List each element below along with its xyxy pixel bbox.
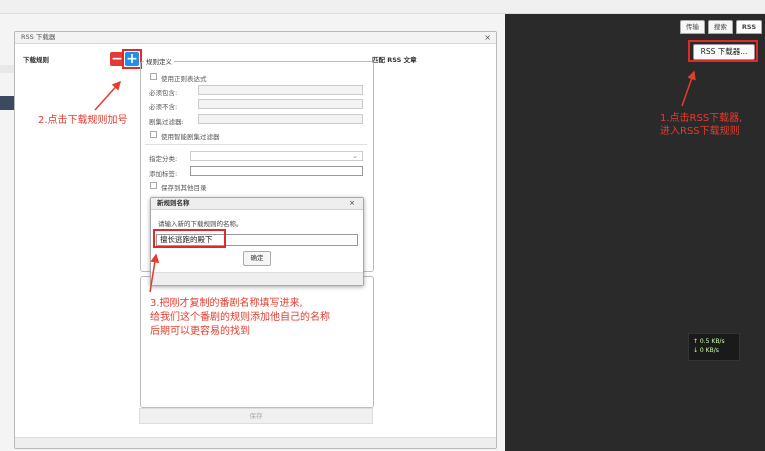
rules-header: 下载规则 (23, 56, 49, 64)
add-tags-label: 添加标签: (149, 170, 178, 178)
highlight-add-button (122, 49, 142, 69)
top-tabs: 传输 搜索 RSS (679, 20, 762, 34)
tab-rss[interactable]: RSS (735, 20, 762, 34)
rule-definition-legend: 规则定义 (144, 56, 174, 66)
highlight-rule-name (153, 229, 226, 248)
dialog-footer (151, 272, 363, 285)
tab-transfer[interactable]: 传输 (679, 20, 705, 34)
dialog-title: 新规则名称 (157, 199, 190, 207)
dialog-close-icon[interactable]: × (349, 198, 355, 209)
dialog-message: 请输入新的下载规则的名称。 (158, 220, 243, 228)
upload-speed: ↑ 0.5 KB/s (693, 338, 725, 345)
articles-fieldset (140, 276, 374, 408)
annotation-step2: 2.点击下载规则加号 (38, 115, 128, 126)
top-bar (0, 0, 765, 14)
annotation-step3-line1: 3.把刚才复制的番剧名称填写进来, (150, 298, 303, 309)
chevron-down-icon: ⌄ (352, 152, 358, 160)
annotation-step3-line2: 给我们这个番剧的规则添加他自己的名称 (150, 312, 330, 323)
speed-indicator: ↑ 0.5 KB/s ↓ 0 KB/s (688, 333, 740, 361)
background-area (505, 14, 765, 451)
episode-filter-input[interactable] (198, 114, 363, 124)
dialog-titlebar: 新规则名称 × (151, 198, 363, 210)
must-contain-label: 必须包含: (149, 89, 178, 97)
tab-search[interactable]: 搜索 (707, 20, 733, 34)
left-edge-strip (0, 65, 14, 73)
annotation-step1-line1: 1.点击RSS下载器, (660, 113, 743, 124)
window-title: RSS 下载器 (21, 33, 56, 41)
ok-button[interactable]: 确定 (243, 251, 271, 266)
window-statusbar (15, 437, 496, 448)
smart-filter-checkbox[interactable] (150, 131, 157, 138)
category-select[interactable]: ⌄ (190, 151, 363, 161)
annotation-step1-line2: 进入RSS下载规则 (660, 126, 740, 137)
save-other-dir-label: 保存到其他目录 (161, 184, 207, 192)
match-articles-header: 匹配 RSS 文章 (372, 56, 417, 64)
use-regex-checkbox[interactable] (150, 73, 157, 80)
tags-input[interactable] (190, 166, 363, 176)
assign-category-label: 指定分类: (149, 155, 178, 163)
smart-filter-label: 使用智能剧集过滤器 (161, 133, 220, 141)
use-regex-label: 使用正则表达式 (161, 75, 207, 83)
save-other-dir-checkbox[interactable] (150, 182, 157, 189)
annotation-step3-line3: 后期可以更容易的找到 (150, 326, 250, 337)
save-button[interactable]: 保存 (139, 408, 373, 424)
episode-filter-label: 剧集过滤器: (149, 118, 184, 126)
divider (145, 144, 367, 145)
must-not-contain-label: 必须不含: (149, 103, 178, 111)
highlight-rss-button (688, 40, 758, 62)
download-speed: ↓ 0 KB/s (693, 347, 719, 354)
must-contain-input[interactable] (198, 85, 363, 95)
window-titlebar: RSS 下载器 × (15, 32, 496, 44)
left-edge-panel (0, 96, 14, 110)
window-close-icon[interactable]: × (484, 32, 491, 43)
must-not-contain-input[interactable] (198, 99, 363, 109)
